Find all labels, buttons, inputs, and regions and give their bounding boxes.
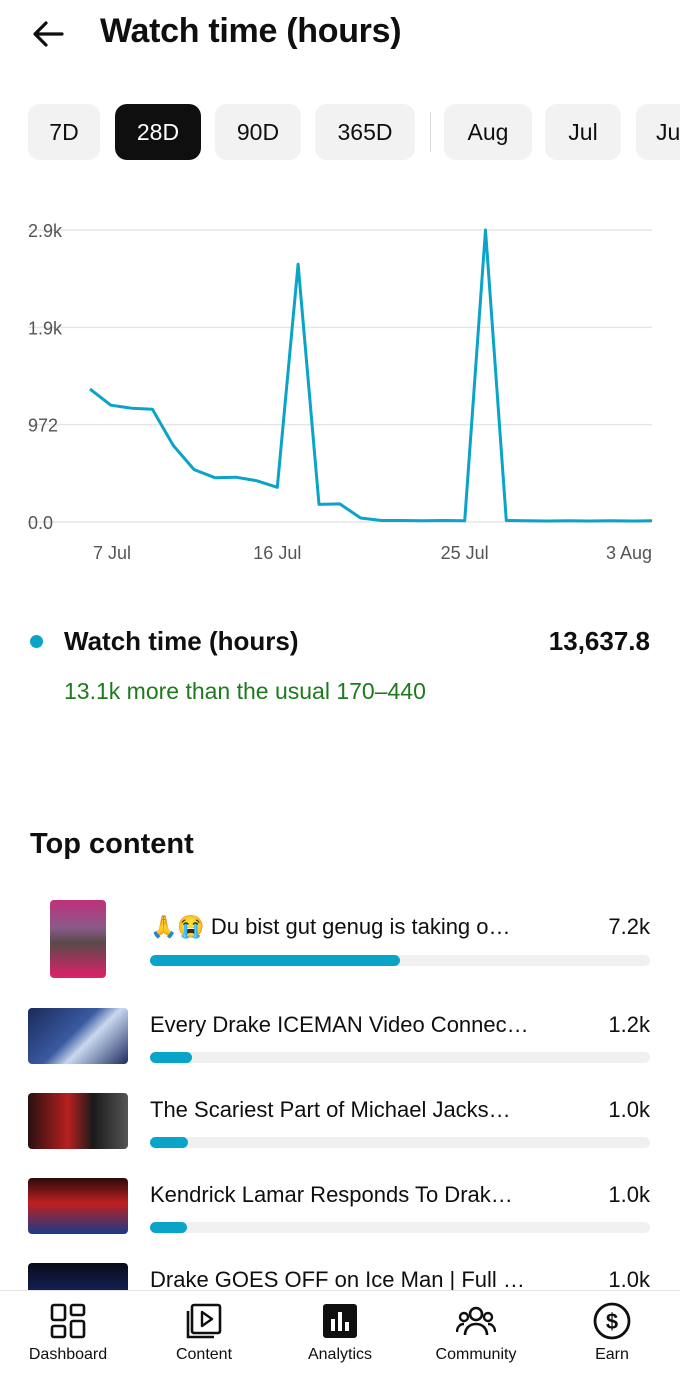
watch-time-chart: 2.9k 1.9k 972 0.0 7 Jul 16 Jul 25 Jul 3 Aug <box>0 200 680 580</box>
chip-365d[interactable]: 365D <box>315 104 415 160</box>
metric-comparison-note: 13.1k more than the usual 170–440 <box>64 678 426 704</box>
metric-value: 13,637.8 <box>548 626 650 656</box>
nav-analytics[interactable]: Analytics <box>272 1291 408 1384</box>
content-icon <box>186 1303 222 1339</box>
video-thumbnail[interactable] <box>50 900 106 978</box>
bottom-navigation: Dashboard Content Analytics Community $ … <box>0 1290 680 1384</box>
nav-label: Analytics <box>307 1346 373 1363</box>
analytics-icon <box>323 1304 357 1338</box>
page-title: Watch time (hours) <box>100 12 402 50</box>
watch-time-series-line <box>89 228 653 523</box>
nav-community[interactable]: Community <box>408 1291 544 1384</box>
nav-label: Community <box>435 1346 517 1363</box>
nav-content[interactable]: Content <box>136 1291 272 1384</box>
chip-7d[interactable]: 7D <box>28 104 100 160</box>
video-title: Every Drake ICEMAN Video Connec… <box>150 1012 529 1037</box>
video-thumbnail[interactable] <box>28 1008 128 1064</box>
x-tick-label: 7 Jul <box>93 543 131 563</box>
x-tick-label: 3 Aug <box>606 543 652 563</box>
legend-dot <box>30 635 43 648</box>
svg-text:$: $ <box>606 1309 618 1334</box>
chip-divider <box>430 112 431 152</box>
video-thumbnail[interactable] <box>28 1178 128 1234</box>
chip-jul[interactable]: Jul <box>545 104 621 160</box>
video-watch-time: 1.0k <box>608 1097 650 1122</box>
video-watch-time: 7.2k <box>608 914 650 939</box>
top-content-row[interactable]: 🙏😭 Du bist gut genug is taking o… 7.2k <box>0 898 680 978</box>
video-title: 🙏😭 Du bist gut genug is taking o… <box>150 914 511 939</box>
x-tick-label: 25 Jul <box>441 543 489 563</box>
nav-dashboard[interactable]: Dashboard <box>0 1291 136 1384</box>
nav-label: Dashboard <box>28 1346 108 1363</box>
back-arrow-icon[interactable] <box>28 14 68 54</box>
video-watch-time: 1.2k <box>608 1012 650 1037</box>
nav-earn[interactable]: $ Earn <box>544 1291 680 1384</box>
chip-90d[interactable]: 90D <box>215 104 301 160</box>
share-bar <box>150 1222 650 1233</box>
nav-label: Content <box>175 1346 233 1363</box>
earn-icon: $ <box>593 1302 631 1340</box>
video-thumbnail[interactable] <box>28 1093 128 1149</box>
share-bar <box>150 1052 650 1063</box>
x-tick-label: 16 Jul <box>253 543 301 563</box>
metric-label: Watch time (hours) <box>64 626 299 656</box>
y-tick-label: 1.9k <box>28 318 63 338</box>
line-chart: 2.9k 1.9k 972 0.0 7 Jul 16 Jul 25 Jul 3 Aug <box>28 221 653 563</box>
y-tick-label: 0.0 <box>28 513 53 533</box>
share-bar-fill <box>150 1052 192 1063</box>
top-content-title: Top content <box>30 828 194 860</box>
y-tick-label: 972 <box>28 416 58 436</box>
app-header: Watch time (hours) <box>0 0 680 70</box>
top-content-row[interactable]: The Scariest Part of Michael Jacks… 1.0k <box>0 1091 680 1171</box>
share-bar-fill <box>150 1222 187 1233</box>
top-content-row[interactable]: Every Drake ICEMAN Video Connec… 1.2k <box>0 1006 680 1086</box>
community-icon <box>456 1306 496 1336</box>
date-range-chips: 7D 28D 90D 365D Aug Jul Ju <box>28 104 680 160</box>
video-watch-time: 1.0k <box>608 1182 650 1207</box>
top-content-row[interactable]: Kendrick Lamar Responds To Drak… 1.0k <box>0 1176 680 1256</box>
share-bar-fill <box>150 955 400 966</box>
share-bar-fill <box>150 1137 188 1148</box>
video-title: Kendrick Lamar Responds To Drak… <box>150 1182 513 1207</box>
share-bar <box>150 1137 650 1148</box>
share-bar <box>150 955 650 966</box>
chip-28d[interactable]: 28D <box>115 104 201 160</box>
video-title: The Scariest Part of Michael Jacks… <box>150 1097 511 1122</box>
chip-aug[interactable]: Aug <box>444 104 532 160</box>
dashboard-icon <box>50 1303 86 1339</box>
chip-jun[interactable]: Ju <box>636 104 680 160</box>
y-tick-label: 2.9k <box>28 221 63 241</box>
nav-label: Earn <box>595 1346 629 1363</box>
